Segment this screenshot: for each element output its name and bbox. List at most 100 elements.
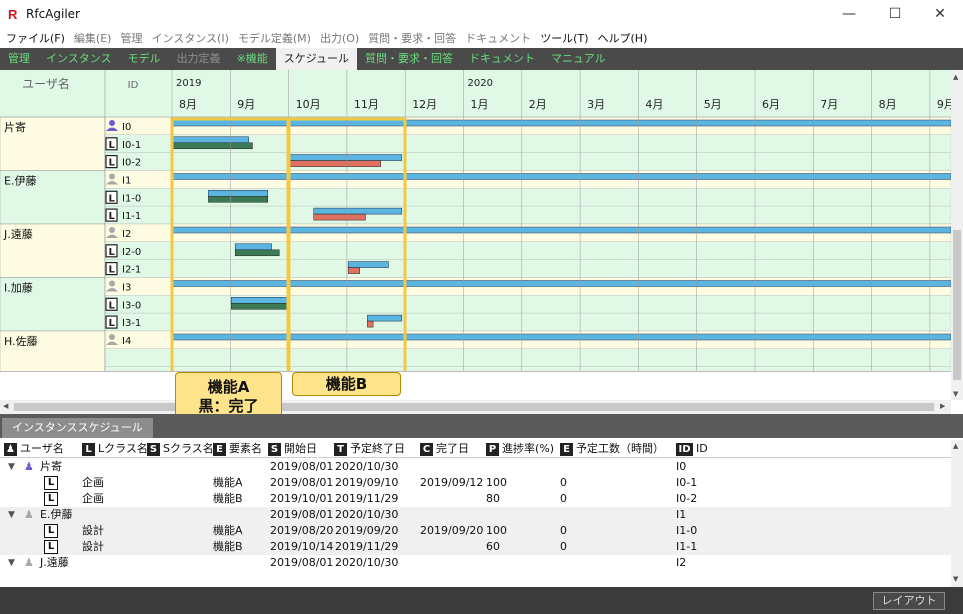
cell-id: I0: [676, 460, 687, 473]
column-header-6[interactable]: C 完了日: [420, 442, 469, 456]
gantt-header-id: ID: [128, 80, 139, 91]
menu-item-1[interactable]: 編集(E): [74, 30, 112, 46]
tab-2[interactable]: モデル: [120, 48, 169, 70]
close-button[interactable]: ✕: [917, 0, 963, 28]
column-header-0[interactable]: ♟ ユーザ名: [4, 442, 64, 456]
menu-item-4[interactable]: モデル定義(M): [238, 30, 311, 46]
scroll-down-arrow-icon[interactable]: ▼: [953, 390, 958, 398]
progress-bar[interactable]: [288, 160, 382, 167]
user-icon-head: [109, 173, 115, 180]
app-title: RfcAgiler: [26, 7, 80, 21]
gantt-canvas: ユーザ名 ID 2019 2020 8月 9月 10月 11月 12月 1月 2月 3月 4月 5月 6月 7…: [0, 70, 951, 371]
gantt-row-id: I1-0: [122, 193, 141, 204]
tab-6[interactable]: 質問・要求・回答: [357, 48, 461, 70]
user-icon-head: [109, 334, 115, 340]
column-type-badge: ID: [676, 442, 693, 456]
expand-chevron-icon[interactable]: ▼: [8, 556, 15, 570]
menu-bar: ファイル(F) 編集(E) 管理 インスタンス(I) モデル定義(M) 出力(O) 質問・要…: [0, 28, 963, 48]
column-header-9[interactable]: ID ID: [676, 442, 708, 456]
horizontal-scroll-thumb[interactable]: [14, 403, 934, 411]
planned-bar[interactable]: [288, 154, 403, 161]
table-row[interactable]: L 企画 機能A 2019/09/12 100 0 2019/08/01 2019/09/10…: [0, 475, 951, 491]
planned-bar[interactable]: [313, 207, 403, 215]
gantt-vertical-scrollbar[interactable]: ▲ ▼: [951, 70, 963, 400]
cell-user: E.伊藤: [40, 508, 73, 521]
cell-progress: 80: [486, 492, 500, 505]
planned-bar[interactable]: [234, 243, 272, 251]
scroll-left-arrow-icon[interactable]: ◀: [3, 402, 8, 410]
maximize-button[interactable]: ☐: [872, 0, 918, 28]
scroll-up-arrow-icon[interactable]: ▲: [953, 73, 958, 81]
cell-effort: 0: [560, 540, 567, 553]
column-header-7[interactable]: P 進捗率(%): [486, 442, 554, 456]
table-scroll-up-arrow-icon[interactable]: ▲: [953, 442, 958, 450]
menu-item-3[interactable]: インスタンス(I): [151, 30, 228, 46]
cell-end-date: 2019/11/29: [335, 540, 399, 553]
column-type-badge: S: [147, 442, 160, 456]
table-vertical-scrollbar[interactable]: ▲ ▼: [951, 440, 963, 587]
column-header-3[interactable]: E 要素名: [213, 442, 262, 456]
layout-button[interactable]: レイアウト: [873, 592, 945, 610]
l-class-icon-letter: L: [109, 193, 116, 204]
tab-5[interactable]: スケジュール: [275, 48, 358, 70]
planned-bar[interactable]: [171, 136, 249, 144]
table-row[interactable]: ▼ ♟ 片寄 2019/08/01 2020/10/30 I0: [0, 459, 951, 475]
gantt-month-label: 6月: [762, 98, 780, 111]
vertical-scroll-thumb[interactable]: [953, 230, 961, 380]
menu-item-0[interactable]: ファイル(F): [6, 30, 65, 46]
column-header-label: 予定終了日: [350, 442, 405, 455]
planned-bar[interactable]: [208, 190, 269, 197]
column-header-2[interactable]: S Sクラス名: [147, 442, 214, 456]
gantt-row-id: I2: [122, 229, 131, 240]
gantt-month-label: 8月: [179, 98, 197, 111]
cell-id: I1-1: [676, 540, 698, 553]
table-scroll-down-arrow-icon[interactable]: ▼: [953, 575, 958, 583]
done-bar[interactable]: [171, 142, 253, 150]
minimize-button[interactable]: —: [826, 0, 872, 28]
menu-item-9[interactable]: ヘルプ(H): [598, 30, 648, 46]
menu-item-2[interactable]: 管理: [120, 30, 142, 46]
planned-bar[interactable]: [367, 314, 403, 322]
expand-chevron-icon[interactable]: ▼: [8, 508, 15, 522]
tab-instance-schedule[interactable]: インスタンススケジュール: [2, 418, 153, 438]
table-row[interactable]: L 設計 機能A 2019/09/20 100 0 2019/08/20 2019/09/20…: [0, 523, 951, 539]
cell-end-date: 2019/09/20: [335, 524, 399, 537]
planned-bar[interactable]: [347, 261, 389, 268]
planned-bar[interactable]: [231, 297, 288, 304]
tab-7[interactable]: ドキュメント: [461, 48, 543, 70]
menu-item-8[interactable]: ツール(T): [540, 30, 588, 46]
menu-item-7[interactable]: ドキュメント: [465, 30, 531, 46]
table-row[interactable]: L 設計 機能B 60 0 2019/10/14 2019/11/29 I1-1: [0, 539, 951, 555]
progress-bar[interactable]: [367, 320, 374, 328]
column-header-5[interactable]: T 予定終了日: [334, 442, 405, 456]
progress-bar[interactable]: [347, 267, 360, 274]
progress-bar[interactable]: [313, 213, 366, 221]
tab-0[interactable]: 管理: [0, 48, 38, 70]
table-row[interactable]: L 企画 機能B 80 0 2019/10/01 2019/11/29 I0-2: [0, 491, 951, 507]
column-header-4[interactable]: S 開始日: [268, 442, 317, 456]
column-header-1[interactable]: L Lクラス名: [82, 442, 148, 456]
schedule-table: ▼ ♟ 片寄 2019/08/01 2020/10/30 I0 L 企画 機能A 2019/09/…: [0, 459, 951, 587]
cell-id: I1: [676, 508, 687, 521]
gantt-user-name: E.伊藤: [4, 175, 36, 188]
done-bar[interactable]: [208, 196, 269, 203]
tab-3[interactable]: 出力定義: [169, 48, 229, 70]
menu-item-6[interactable]: 質問・要求・回答: [368, 30, 456, 46]
gantt-horizontal-scrollbar[interactable]: ◀ ▶: [0, 400, 951, 414]
gantt-user-name: 片寄: [4, 120, 26, 134]
expand-chevron-icon[interactable]: ▼: [8, 460, 15, 474]
menu-item-5[interactable]: 出力(O): [320, 30, 359, 46]
done-bar[interactable]: [231, 303, 288, 310]
done-bar[interactable]: [234, 249, 280, 257]
table-row[interactable]: ▼ ♟ E.伊藤 2019/08/01 2020/10/30 I1: [0, 507, 951, 523]
column-header-8[interactable]: E 予定工数（時間）: [560, 442, 664, 456]
tab-8[interactable]: マニュアル: [543, 48, 614, 70]
column-type-badge: C: [420, 442, 433, 456]
gantt-month-label: 7月: [820, 98, 838, 111]
scroll-right-arrow-icon[interactable]: ▶: [940, 402, 945, 410]
cell-user: 片寄: [40, 460, 62, 473]
table-row[interactable]: ▼ ♟ J.遠藤 2019/08/01 2020/10/30 I2: [0, 555, 951, 571]
tab-1[interactable]: インスタンス: [38, 48, 120, 70]
tab-4[interactable]: ※機能: [229, 48, 276, 70]
column-type-badge: S: [268, 442, 281, 456]
